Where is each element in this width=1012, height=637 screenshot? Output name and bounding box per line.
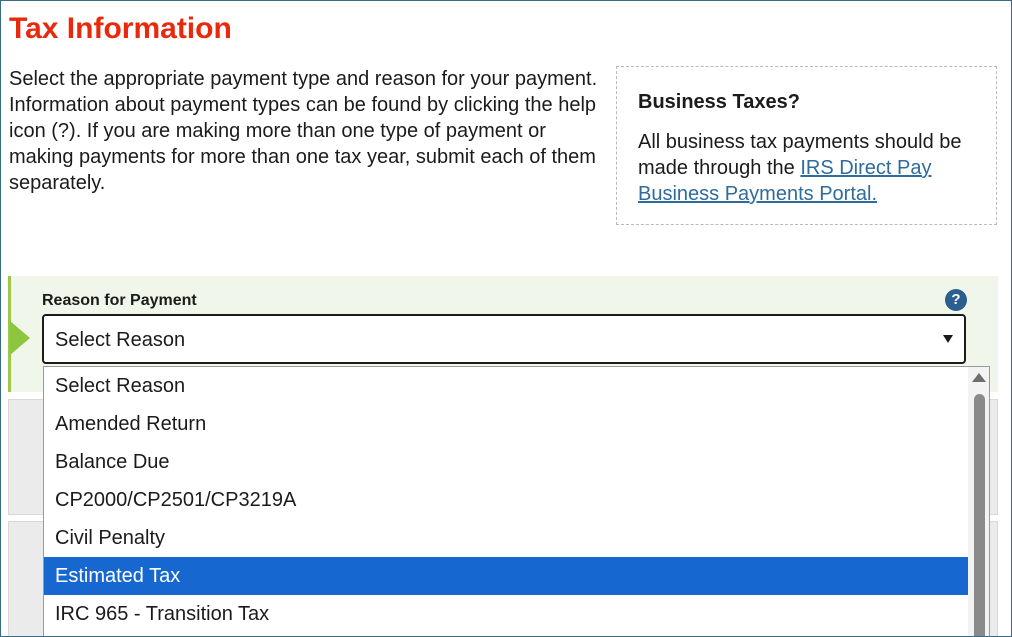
dropdown-option[interactable]: Select Reason: [44, 367, 968, 405]
chevron-down-icon: [943, 335, 953, 343]
intro-text: Select the appropriate payment type and …: [9, 68, 598, 194]
scrollbar-thumb[interactable]: [974, 394, 985, 636]
scroll-up-icon[interactable]: [972, 373, 986, 382]
reason-for-payment-select[interactable]: Select Reason: [42, 314, 966, 364]
dropdown-option[interactable]: Civil Penalty: [44, 519, 968, 557]
dropdown-option[interactable]: Balance Due: [44, 443, 968, 481]
dropdown-option[interactable]: Amended Return: [44, 405, 968, 443]
business-taxes-title: Business Taxes?: [638, 91, 800, 113]
page-frame: Tax Information Select the appropriate p…: [0, 0, 1012, 637]
dropdown-scrollbar[interactable]: [968, 367, 989, 636]
step-arrow-icon: [10, 321, 30, 355]
help-icon[interactable]: ?: [945, 289, 967, 311]
reason-dropdown-list: Select Reason Amended Return Balance Due…: [43, 366, 990, 636]
business-taxes-text: All business tax payments should be made…: [638, 129, 976, 207]
page-title: Tax Information: [9, 12, 232, 45]
dropdown-option[interactable]: IRC 965 - Transition Tax: [44, 595, 968, 633]
reason-for-payment-label: Reason for Payment: [42, 292, 197, 309]
dropdown-option-highlighted[interactable]: Estimated Tax: [44, 557, 968, 595]
business-taxes-box: Business Taxes? All business tax payment…: [616, 66, 997, 225]
dropdown-option[interactable]: CP2000/CP2501/CP3219A: [44, 481, 968, 519]
select-current-value: Select Reason: [55, 329, 186, 351]
